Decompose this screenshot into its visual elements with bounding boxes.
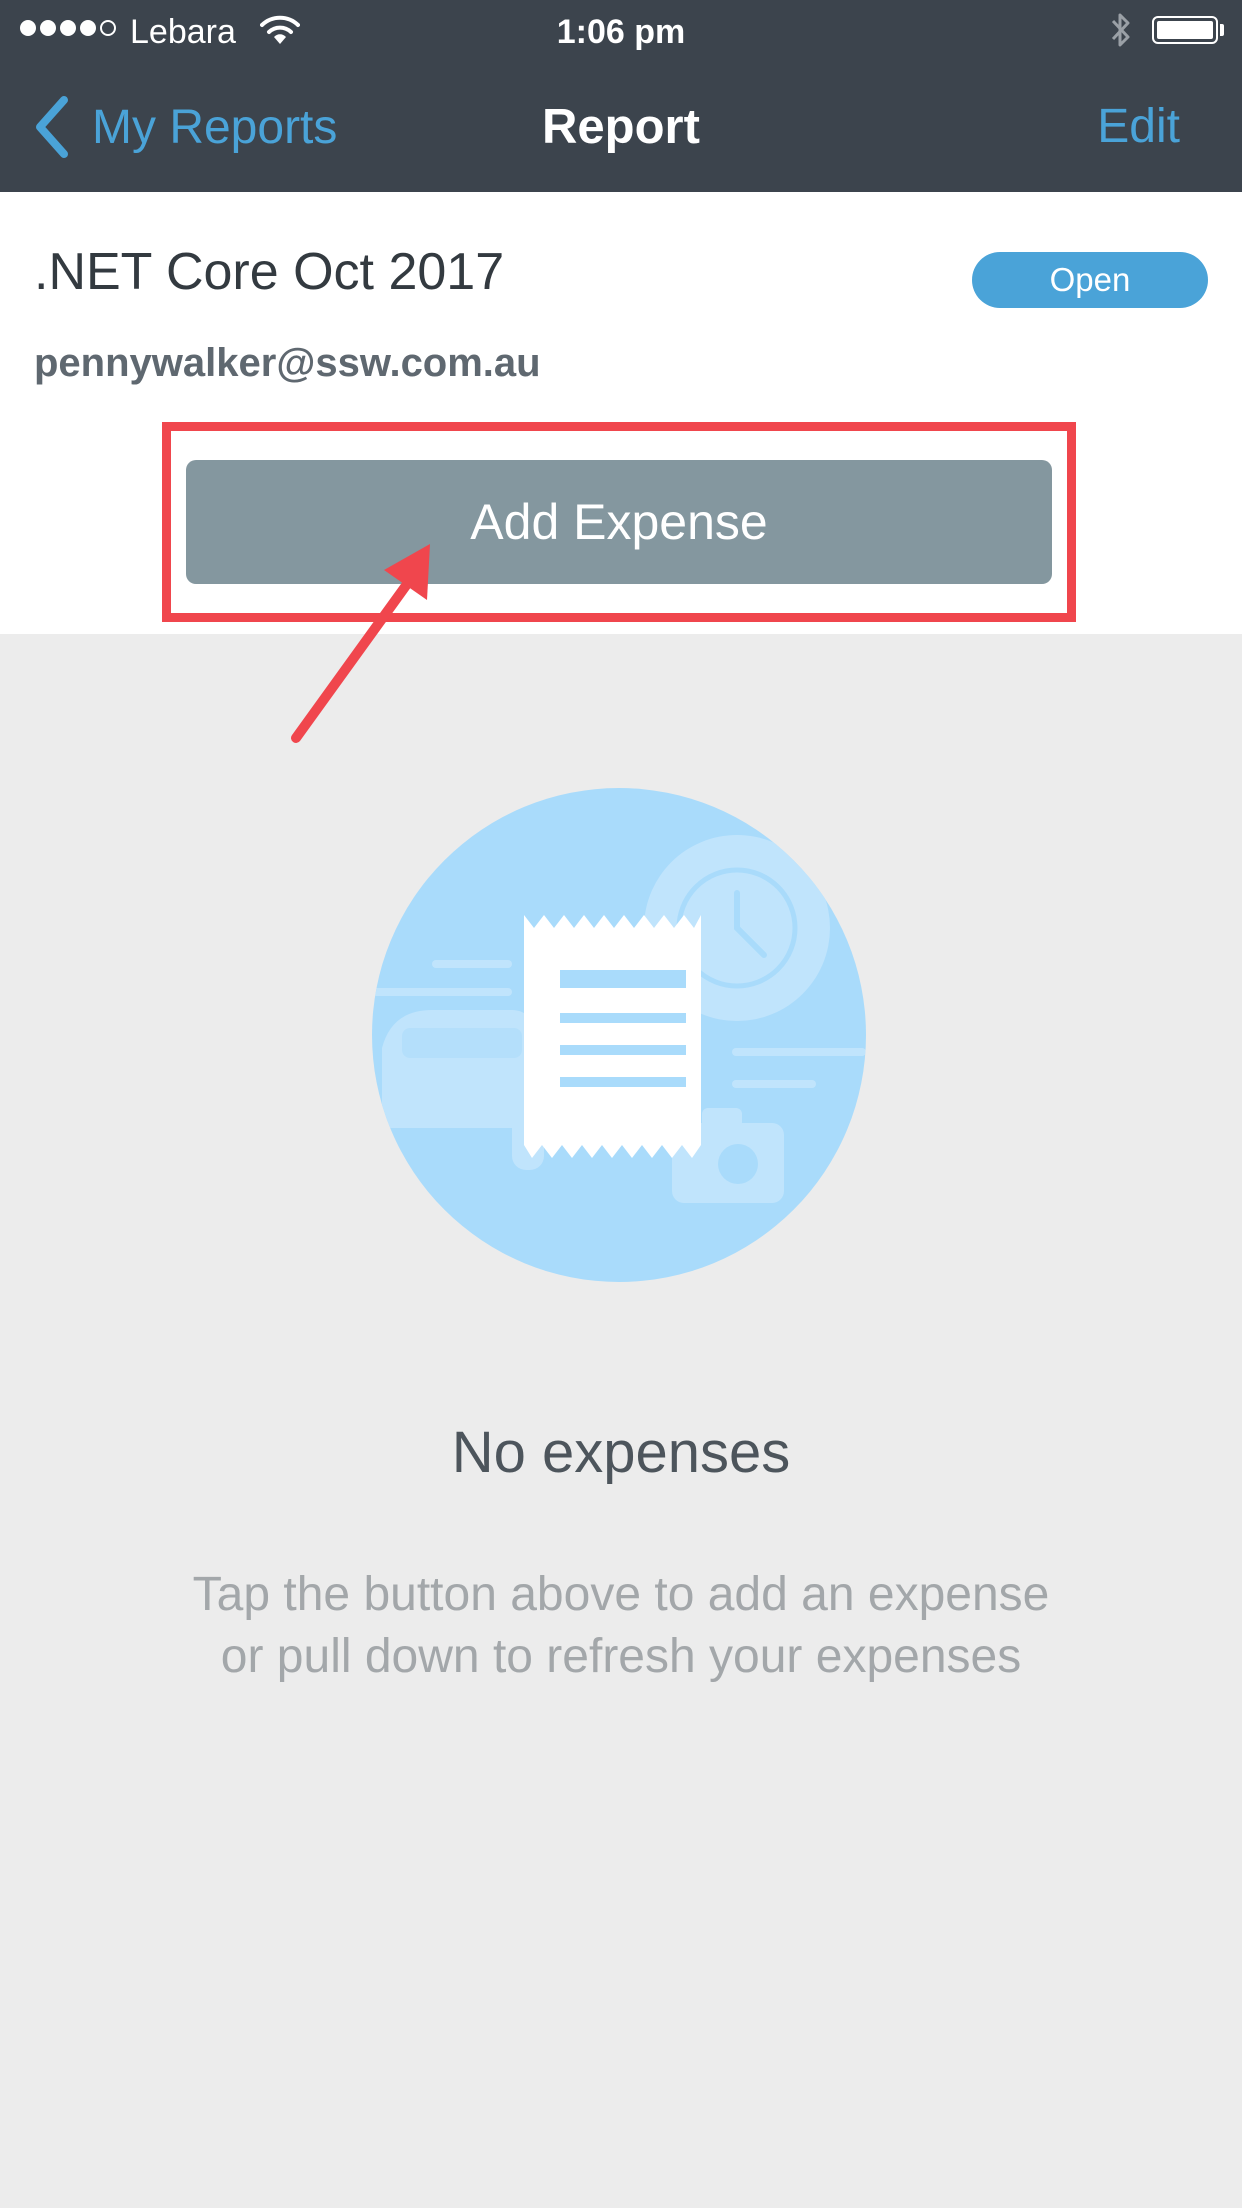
navigation-bar: My Reports Report Edit <box>0 62 1242 192</box>
report-owner-email: pennywalker@ssw.com.au <box>34 341 541 385</box>
chevron-left-icon <box>36 96 68 158</box>
bluetooth-icon <box>1111 13 1130 47</box>
battery-icon <box>1152 16 1218 44</box>
status-bar: Lebara 1:06 pm <box>0 0 1242 62</box>
empty-state-message-line-2: or pull down to refresh your expenses <box>220 1630 1022 1683</box>
back-button-label: My Reports <box>92 100 338 154</box>
receipt-illustration <box>372 788 866 1282</box>
top-bar: Lebara 1:06 pm My Reports Report Edit <box>0 0 1242 192</box>
report-name: .NET Core Oct 2017 <box>34 243 505 301</box>
empty-state-message-line-1: Tap the button above to add an expense <box>192 1568 1050 1621</box>
status-badge: Open <box>972 252 1208 308</box>
back-button[interactable]: My Reports <box>30 92 337 162</box>
clock-time: 1:06 pm <box>556 13 686 51</box>
empty-state-title: No expenses <box>451 1420 791 1485</box>
edit-button[interactable]: Edit <box>1097 92 1180 162</box>
add-expense-button[interactable]: Add Expense <box>186 460 1052 584</box>
empty-state-message: Tap the button above to add an expense o… <box>0 1564 1242 1688</box>
battery-tip <box>1220 24 1224 36</box>
report-header: .NET Core Oct 2017 Open pennywalker@ssw.… <box>0 192 1242 634</box>
